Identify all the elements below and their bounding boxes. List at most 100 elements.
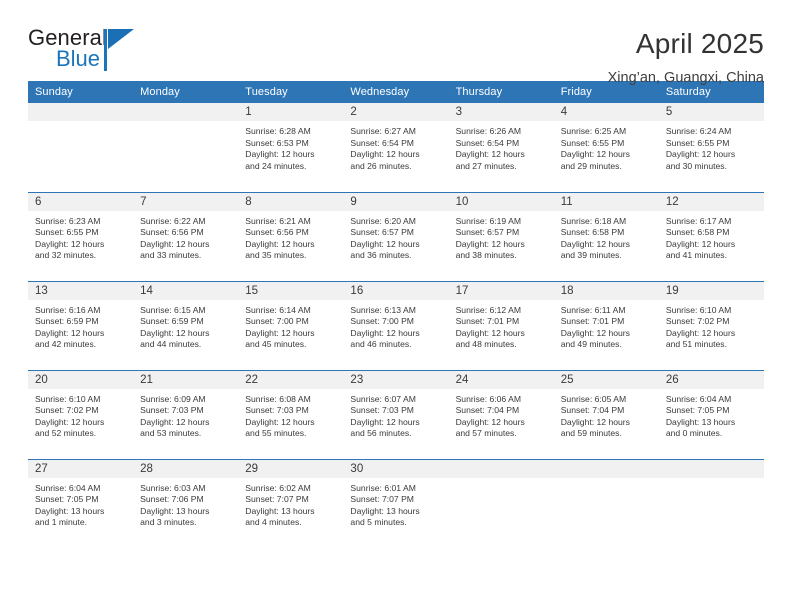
- day-detail-line: and 38 minutes.: [455, 250, 517, 261]
- day-detail-line: Daylight: 13 hours: [245, 505, 315, 516]
- calendar-day-cell[interactable]: 4 Sunrise: 6:25 AM Sunset: 6:55 PM Daylight…: [553, 103, 659, 192]
- day-detail-line: Sunset: 6:55 PM: [560, 137, 625, 148]
- calendar-day-cell[interactable]: 11 Sunrise: 6:18 AM Sunset: 6:58 PM Dayligh…: [553, 191, 659, 281]
- day-number: 15: [238, 281, 344, 300]
- day-detail-line: and 35 minutes.: [245, 250, 307, 261]
- day-number: 9: [343, 192, 449, 211]
- day-detail-line: Sunrise: 6:11 AM: [560, 304, 626, 315]
- page-title: April 2025: [635, 28, 764, 59]
- day-detail-line: and 55 minutes.: [245, 428, 307, 439]
- calendar-day-cell[interactable]: 19 Sunrise: 6:10 AM Sunset: 7:02 PM Dayligh…: [658, 280, 764, 370]
- day-detail-line: Sunrise: 6:04 AM: [665, 393, 732, 404]
- calendar-day-cell[interactable]: 21 Sunrise: 6:09 AM Sunset: 7:03 PM Dayligh…: [133, 369, 239, 459]
- day-number: 28: [133, 459, 239, 478]
- calendar-day-cell[interactable]: 24 Sunrise: 6:06 AM Sunset: 7:04 PM Dayligh…: [448, 369, 554, 459]
- calendar-day-cell[interactable]: 17 Sunrise: 6:12 AM Sunset: 7:01 PM Dayligh…: [448, 280, 554, 370]
- calendar-day-cell[interactable]: 1 Sunrise: 6:28 AM Sunset: 6:53 PM Daylight…: [238, 103, 344, 192]
- day-detail-line: and 57 minutes.: [455, 428, 517, 439]
- day-detail-line: Sunrise: 6:05 AM: [560, 393, 627, 404]
- day-details: Sunrise: 6:08 AM Sunset: 7:03 PM Daylight:…: [238, 389, 343, 440]
- calendar-day-cell[interactable]: 9 Sunrise: 6:20 AM Sunset: 6:57 PM Daylight…: [343, 191, 449, 281]
- calendar-empty-cell: [133, 103, 239, 192]
- calendar-day-cell[interactable]: 23 Sunrise: 6:07 AM Sunset: 7:03 PM Dayligh…: [343, 369, 449, 459]
- weekday-header-thursday: Thursday: [448, 81, 554, 103]
- day-detail-line: Sunrise: 6:24 AM: [665, 126, 732, 136]
- day-details: Sunrise: 6:22 AM Sunset: 6:56 PM Daylight:…: [133, 211, 238, 262]
- day-detail-line: Sunset: 7:05 PM: [665, 405, 730, 416]
- weekday-header-sunday: Sunday: [28, 81, 134, 103]
- calendar-day-cell[interactable]: 22 Sunrise: 6:08 AM Sunset: 7:03 PM Dayligh…: [238, 369, 344, 459]
- day-detail-line: Sunset: 7:04 PM: [560, 405, 625, 416]
- day-number: 29: [238, 459, 344, 478]
- day-number: [28, 103, 134, 121]
- day-number: 3: [448, 103, 554, 121]
- day-detail-line: Sunrise: 6:06 AM: [455, 393, 522, 404]
- page-header: General Blue April 2025 Xing’an, Guangxi…: [28, 0, 764, 87]
- calendar-day-cell[interactable]: 28 Sunrise: 6:03 AM Sunset: 7:06 PM Dayligh…: [133, 458, 239, 548]
- day-details: Sunrise: 6:02 AM Sunset: 7:07 PM Daylight:…: [238, 478, 343, 529]
- calendar-day-cell[interactable]: 20 Sunrise: 6:10 AM Sunset: 7:02 PM Dayligh…: [28, 369, 134, 459]
- day-details: Sunrise: 6:07 AM Sunset: 7:03 PM Daylight:…: [343, 389, 448, 440]
- calendar-day-cell[interactable]: 2 Sunrise: 6:27 AM Sunset: 6:54 PM Daylight…: [343, 103, 449, 192]
- logo-text-blue: Blue: [56, 46, 101, 71]
- day-number: [448, 459, 554, 478]
- day-number: 8: [238, 192, 344, 211]
- day-detail-line: Sunrise: 6:10 AM: [35, 393, 101, 404]
- day-number: 21: [133, 370, 239, 389]
- day-number: 6: [28, 192, 134, 211]
- day-detail-line: Sunrise: 6:18 AM: [560, 215, 627, 226]
- day-number: 19: [658, 281, 764, 300]
- day-number: 22: [238, 370, 344, 389]
- day-details: Sunrise: 6:26 AM Sunset: 6:54 PM Daylight:…: [449, 121, 554, 172]
- calendar-day-cell[interactable]: 3 Sunrise: 6:26 AM Sunset: 6:54 PM Daylight…: [448, 103, 554, 192]
- day-detail-line: Sunrise: 6:28 AM: [245, 126, 311, 136]
- day-detail-line: Sunset: 6:57 PM: [455, 227, 520, 238]
- day-number: 4: [553, 103, 659, 121]
- day-detail-line: Sunrise: 6:13 AM: [350, 304, 416, 315]
- calendar-day-cell[interactable]: 25 Sunrise: 6:05 AM Sunset: 7:04 PM Dayligh…: [553, 369, 659, 459]
- day-detail-line: and 32 minutes.: [35, 250, 97, 261]
- calendar-empty-cell: [553, 458, 659, 548]
- calendar-day-cell[interactable]: 18 Sunrise: 6:11 AM Sunset: 7:01 PM Dayligh…: [553, 280, 659, 370]
- day-detail-line: Daylight: 12 hours: [560, 327, 630, 338]
- day-details: Sunrise: 6:06 AM Sunset: 7:04 PM Daylight:…: [449, 389, 554, 440]
- calendar-day-cell[interactable]: 13 Sunrise: 6:16 AM Sunset: 6:59 PM Dayligh…: [28, 280, 134, 370]
- calendar-day-cell[interactable]: 15 Sunrise: 6:14 AM Sunset: 7:00 PM Dayligh…: [238, 280, 344, 370]
- calendar-day-cell[interactable]: 5 Sunrise: 6:24 AM Sunset: 6:55 PM Daylight…: [658, 103, 764, 192]
- day-details: Sunrise: 6:04 AM Sunset: 7:05 PM Daylight:…: [28, 478, 133, 529]
- calendar-day-cell[interactable]: 10 Sunrise: 6:19 AM Sunset: 6:57 PM Dayligh…: [448, 191, 554, 281]
- day-detail-line: Sunrise: 6:19 AM: [455, 215, 522, 226]
- day-details: Sunrise: 6:13 AM Sunset: 7:00 PM Daylight:…: [343, 300, 448, 351]
- calendar-day-cell[interactable]: 26 Sunrise: 6:04 AM Sunset: 7:05 PM Dayligh…: [658, 369, 764, 459]
- day-detail-line: and 59 minutes.: [560, 428, 622, 439]
- day-detail-line: Sunset: 7:03 PM: [350, 405, 414, 416]
- day-number: [658, 459, 764, 478]
- day-details: Sunrise: 6:23 AM Sunset: 6:55 PM Daylight:…: [28, 211, 133, 262]
- calendar-day-cell[interactable]: 12 Sunrise: 6:17 AM Sunset: 6:58 PM Dayligh…: [658, 191, 764, 281]
- calendar-day-cell[interactable]: 8 Sunrise: 6:21 AM Sunset: 6:56 PM Daylight…: [238, 191, 344, 281]
- calendar-day-cell[interactable]: 16 Sunrise: 6:13 AM Sunset: 7:00 PM Dayligh…: [343, 280, 449, 370]
- calendar-day-cell[interactable]: 29 Sunrise: 6:02 AM Sunset: 7:07 PM Dayligh…: [238, 458, 344, 548]
- calendar-day-cell[interactable]: 7 Sunrise: 6:22 AM Sunset: 6:56 PM Daylight…: [133, 191, 239, 281]
- day-detail-line: Sunset: 7:03 PM: [140, 405, 204, 416]
- day-detail-line: Daylight: 12 hours: [350, 327, 420, 338]
- calendar-day-cell[interactable]: 30 Sunrise: 6:01 AM Sunset: 7:07 PM Dayligh…: [343, 458, 449, 548]
- day-detail-line: and 3 minutes.: [140, 517, 197, 528]
- day-detail-line: Daylight: 12 hours: [665, 238, 736, 249]
- day-detail-line: and 27 minutes.: [455, 160, 517, 171]
- day-detail-line: Daylight: 12 hours: [245, 327, 315, 338]
- day-detail-line: Daylight: 12 hours: [560, 416, 630, 427]
- day-details: Sunrise: 6:20 AM Sunset: 6:57 PM Daylight:…: [343, 211, 448, 262]
- day-detail-line: Daylight: 12 hours: [455, 149, 525, 160]
- calendar-day-cell[interactable]: 14 Sunrise: 6:15 AM Sunset: 6:59 PM Dayligh…: [133, 280, 239, 370]
- day-number: 20: [28, 370, 134, 389]
- day-number: 23: [343, 370, 449, 389]
- day-detail-line: and 52 minutes.: [35, 428, 97, 439]
- calendar-day-cell[interactable]: 6 Sunrise: 6:23 AM Sunset: 6:55 PM Daylight…: [28, 191, 134, 281]
- day-details: Sunrise: 6:04 AM Sunset: 7:05 PM Daylight:…: [659, 389, 764, 440]
- day-detail-line: Daylight: 12 hours: [455, 416, 525, 427]
- calendar-week-row: 27 Sunrise: 6:04 AM Sunset: 7:05 PM Dayligh…: [28, 458, 764, 548]
- day-number: 14: [133, 281, 239, 300]
- day-detail-line: Sunrise: 6:25 AM: [560, 126, 627, 136]
- calendar-day-cell[interactable]: 27 Sunrise: 6:04 AM Sunset: 7:05 PM Dayligh…: [28, 458, 134, 548]
